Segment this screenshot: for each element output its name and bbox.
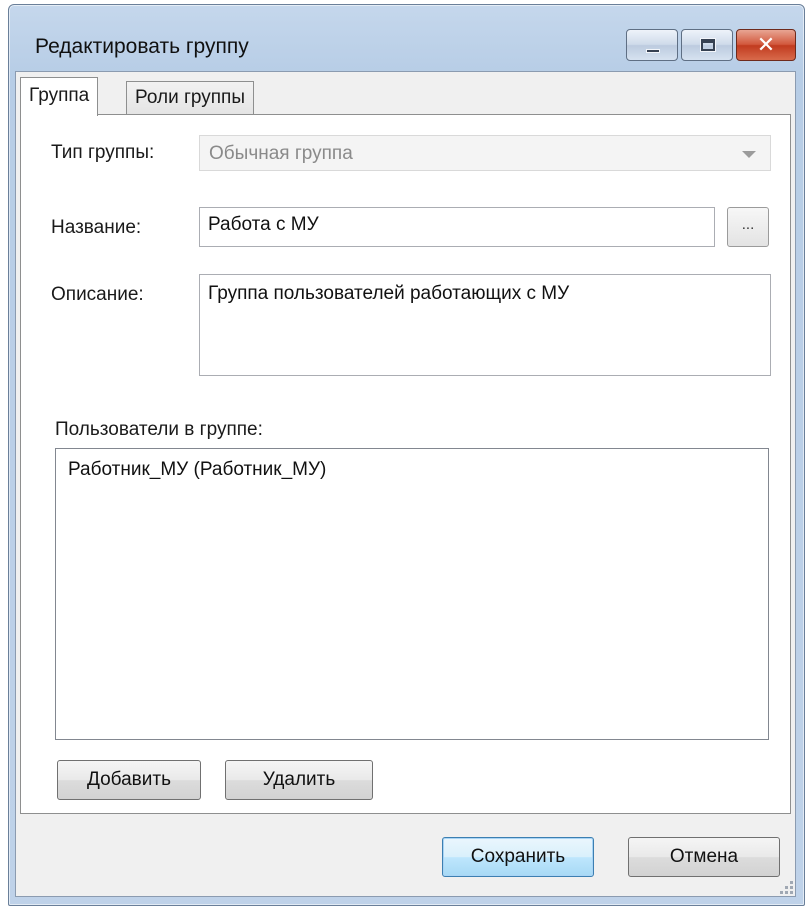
group-type-select[interactable]: Обычная группа: [199, 135, 771, 171]
chevron-down-icon: [742, 151, 756, 158]
name-input[interactable]: Работа с МУ: [199, 207, 715, 247]
minimize-icon: [646, 49, 660, 53]
remove-user-button[interactable]: Удалить: [225, 760, 373, 800]
title-bar[interactable]: Редактировать группу ✕: [9, 5, 804, 81]
description-label: Описание:: [51, 284, 144, 305]
save-button[interactable]: Сохранить: [442, 837, 594, 877]
minimize-button[interactable]: [626, 29, 678, 61]
maximize-icon: [701, 39, 715, 51]
edit-group-dialog: Редактировать группу ✕ Группа Роли групп…: [8, 4, 805, 906]
window-controls: ✕: [626, 29, 796, 63]
users-label: Пользователи в группе:: [55, 419, 263, 440]
resize-grip-icon[interactable]: [779, 880, 793, 894]
tab-group[interactable]: Группа: [20, 77, 99, 116]
browse-button[interactable]: ...: [727, 207, 769, 247]
close-button[interactable]: ✕: [736, 29, 796, 61]
group-type-value: Обычная группа: [209, 143, 353, 164]
name-label: Название:: [51, 217, 142, 238]
window-title: Редактировать группу: [35, 35, 249, 58]
group-type-label: Тип группы:: [51, 142, 155, 163]
maximize-button[interactable]: [681, 29, 733, 61]
tab-group-roles[interactable]: Роли группы: [126, 81, 254, 115]
list-item[interactable]: Работник_МУ (Работник_МУ): [68, 459, 326, 481]
close-icon: ✕: [756, 32, 776, 57]
dialog-client-area: Группа Роли группы Тип группы: Обычная г…: [15, 71, 796, 897]
tab-panel-group: Тип группы: Обычная группа Название: Раб…: [20, 114, 791, 814]
description-textarea[interactable]: Группа пользователей работающих с МУ: [199, 274, 771, 376]
cancel-button[interactable]: Отмена: [628, 837, 780, 877]
users-listbox[interactable]: Работник_МУ (Работник_МУ): [55, 448, 769, 740]
add-user-button[interactable]: Добавить: [57, 760, 201, 800]
